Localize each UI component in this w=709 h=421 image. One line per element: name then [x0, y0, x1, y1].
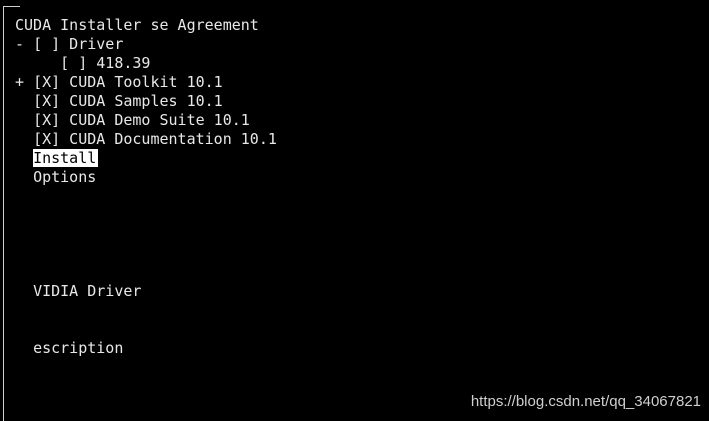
demo-suite-label: CUDA Demo Suite 10.1 — [60, 111, 250, 129]
menu-item-cuda-demo-suite[interactable]: [X] CUDA Demo Suite 10.1 — [15, 111, 277, 130]
install-button[interactable]: Install — [33, 149, 99, 167]
menu-item-options-row: Options — [15, 168, 277, 187]
demo-suite-checkbox[interactable]: [X] — [33, 111, 60, 129]
menu-item-cuda-toolkit[interactable]: + [X] CUDA Toolkit 10.1 — [15, 73, 277, 92]
terminal-frame-left — [3, 6, 4, 421]
info-description-row: escription — [15, 339, 277, 358]
driver-version-checkbox[interactable]: [ ] — [60, 54, 87, 72]
installer-title: CUDA Installer se Agreement — [15, 16, 259, 34]
menu-item-cuda-documentation[interactable]: [X] CUDA Documentation 10.1 — [15, 130, 277, 149]
terminal-frame-top — [3, 6, 20, 7]
collapse-indicator: - — [15, 35, 34, 53]
menu-item-cuda-samples[interactable]: [X] CUDA Samples 10.1 — [15, 92, 277, 111]
menu-item-driver-version[interactable]: [ ] 418.39 — [15, 54, 277, 73]
options-button[interactable]: Options — [33, 168, 96, 186]
driver-checkbox[interactable]: [ ] — [33, 35, 60, 53]
documentation-checkbox[interactable]: [X] — [33, 130, 60, 148]
menu-item-driver[interactable]: - [ ] Driver — [15, 35, 277, 54]
info-description: escription — [33, 339, 124, 357]
toolkit-label: CUDA Toolkit 10.1 — [60, 73, 223, 91]
documentation-label: CUDA Documentation 10.1 — [60, 130, 277, 148]
installer-screen: CUDA Installer se Agreement - [ ] Driver… — [15, 16, 277, 358]
watermark-text: https://blog.csdn.net/qq_34067821 — [470, 393, 701, 410]
info-heading-row: VIDIA Driver — [15, 282, 277, 301]
info-heading: VIDIA Driver — [33, 282, 142, 300]
driver-label: Driver — [60, 35, 124, 53]
menu-item-install-row: Install — [15, 149, 277, 168]
driver-version-label: 418.39 — [87, 54, 151, 72]
expand-indicator: + — [15, 73, 34, 91]
samples-label: CUDA Samples 10.1 — [60, 92, 223, 110]
samples-checkbox[interactable]: [X] — [33, 92, 60, 110]
toolkit-checkbox[interactable]: [X] — [33, 73, 60, 91]
